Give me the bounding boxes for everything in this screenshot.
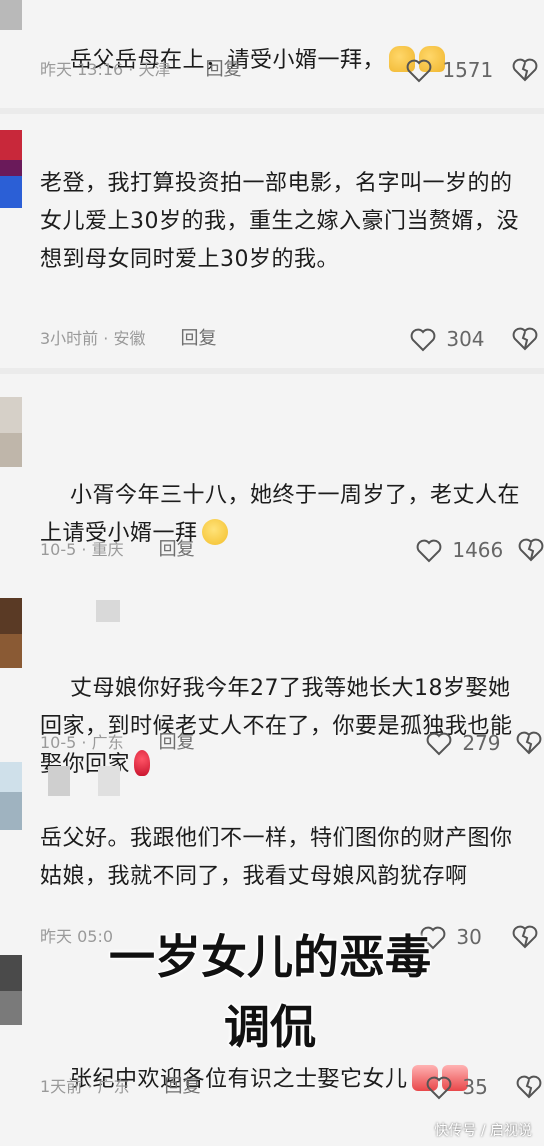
comment-1: 岳父岳母在上，请受小婿一拜， 昨天 13:16 · 天津 回复 1571 — [0, 0, 544, 110]
divider — [0, 368, 544, 374]
comment-2: 老登，我打算投资拍一部电影，名字叫一岁的的女儿爱上30岁的我，重生之嫁入豪门当赘… — [0, 115, 544, 365]
username-placeholder — [98, 766, 120, 796]
reply-button[interactable]: 回复 — [159, 728, 195, 758]
like-count: 35 — [462, 1075, 488, 1099]
reply-button[interactable]: 回复 — [159, 535, 195, 565]
username-placeholder — [96, 600, 120, 622]
avatar[interactable] — [0, 0, 22, 30]
dislike-icon[interactable] — [512, 924, 538, 950]
dislike-icon[interactable] — [516, 730, 542, 756]
heart-icon — [406, 59, 436, 83]
avatar[interactable] — [0, 598, 22, 668]
like-button[interactable]: 304 — [410, 324, 485, 354]
like-count: 1571 — [442, 58, 494, 82]
watermark: 快传号 / 启视说 — [434, 1123, 532, 1139]
comment-time: 1天前 · 广东 — [40, 1077, 130, 1096]
like-count: 30 — [456, 925, 482, 949]
heart-icon — [426, 1076, 456, 1100]
comment-text: 小胥今年三十八，她终于一周岁了，老丈人在上请受小婿一拜 — [40, 483, 520, 546]
reply-button[interactable]: 回复 — [165, 1072, 201, 1102]
avatar[interactable] — [0, 955, 22, 1025]
reply-button[interactable]: 回复 — [206, 55, 242, 85]
heart-icon — [426, 732, 456, 756]
dislike-icon[interactable] — [512, 57, 538, 83]
like-count: 1466 — [452, 538, 504, 562]
comment-time: 3小时前 · 安徽 — [40, 329, 146, 348]
like-button[interactable]: 35 — [426, 1072, 488, 1102]
comment-4: 丈母娘你好我今年27了我等她长大18岁娶她回家，到时候老丈人不在了，你要是孤独我… — [0, 590, 544, 777]
reply-button[interactable]: 回复 — [181, 324, 217, 354]
dislike-icon[interactable] — [518, 537, 544, 563]
like-count: 304 — [446, 327, 485, 351]
comment-3: 小胥今年三十八，她终于一周岁了，老丈人在上请受小婿一拜 10-5 · 重庆 回复… — [0, 375, 544, 587]
username-placeholder — [48, 766, 70, 796]
comment-time: 10-5 · 广东 — [40, 733, 124, 752]
comment-time: 10-5 · 重庆 — [40, 540, 124, 559]
heart-icon — [416, 539, 446, 563]
avatar[interactable] — [0, 130, 22, 208]
comment-time: 昨天 13:16 · 天津 — [40, 60, 171, 79]
like-button[interactable]: 1571 — [406, 55, 493, 85]
avatar[interactable] — [0, 762, 22, 830]
like-button[interactable]: 1466 — [416, 535, 503, 565]
dislike-icon[interactable] — [512, 326, 538, 352]
comment-6: 张纪中欢迎各位有识之士娶它女儿 1天前 · 广东 回复 35 — [0, 955, 544, 1146]
heart-icon — [410, 328, 440, 352]
dislike-icon[interactable] — [516, 1074, 542, 1100]
like-button[interactable]: 279 — [426, 728, 501, 758]
comment-text: 岳父好。我跟他们不一样，特们图你的财产图你姑娘，我就不同了，我看丈母娘风韵犹存啊 — [40, 826, 513, 889]
like-count: 279 — [462, 731, 501, 755]
avatar[interactable] — [0, 397, 22, 467]
comment-text: 老登，我打算投资拍一部电影，名字叫一岁的的女儿爱上30岁的我，重生之嫁入豪门当赘… — [40, 171, 519, 272]
divider — [0, 108, 544, 114]
